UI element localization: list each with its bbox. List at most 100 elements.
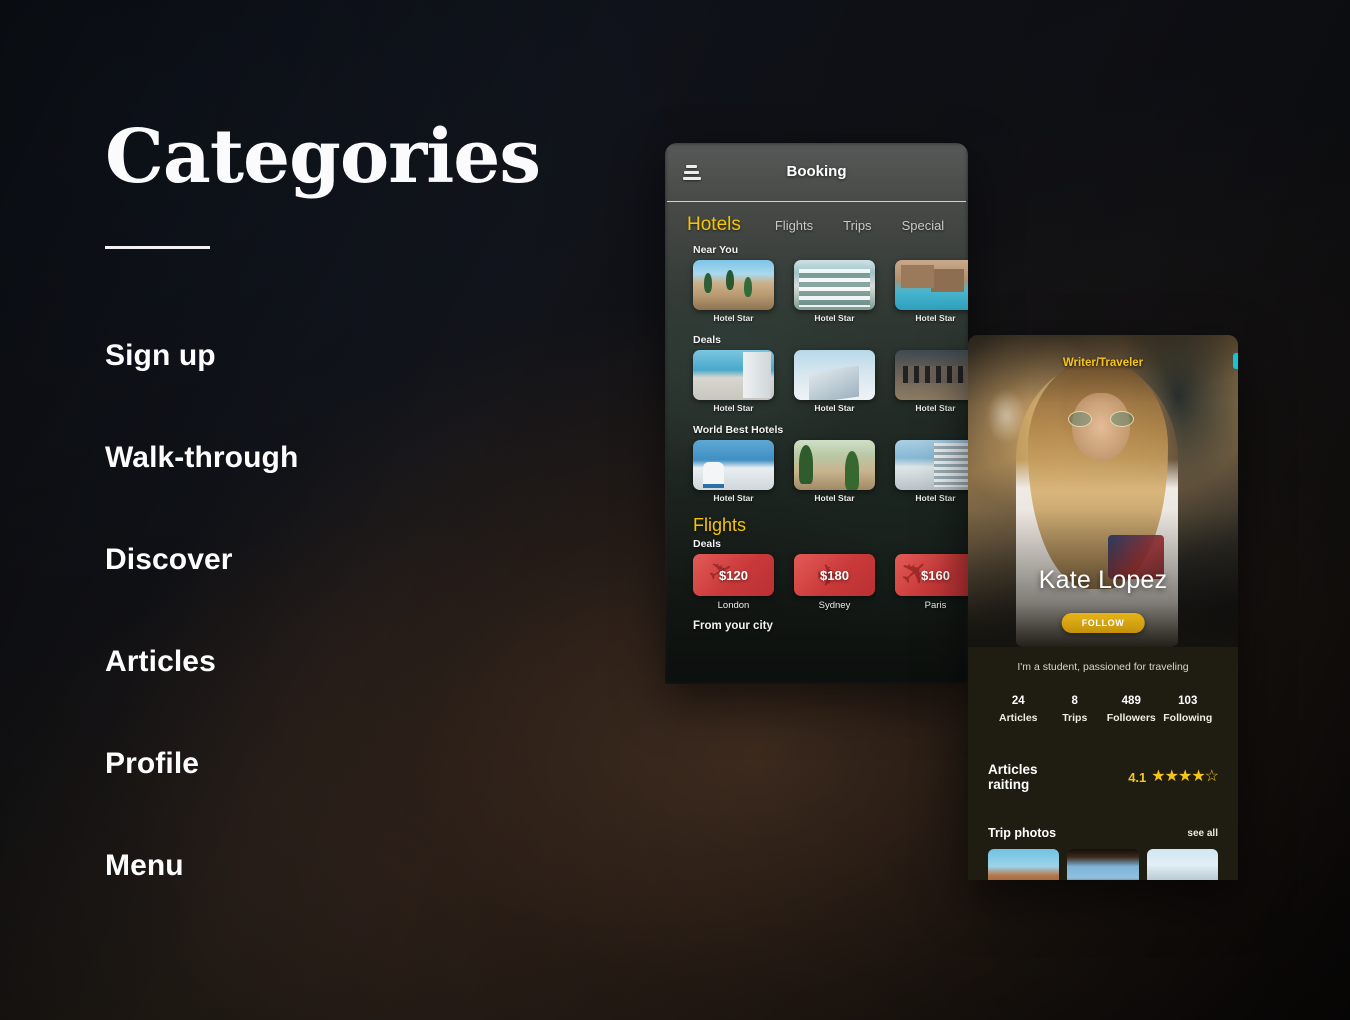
profile-bio: I'm a student, passioned for traveling bbox=[1017, 661, 1189, 673]
flight-deal-box: ✈ $160 bbox=[895, 554, 968, 596]
page-title: Categories bbox=[105, 114, 541, 200]
booking-title: Booking bbox=[786, 163, 847, 180]
hotel-card-label: Hotel Star bbox=[814, 403, 855, 413]
flight-price: $120 bbox=[719, 567, 748, 583]
trip-photos-row bbox=[982, 849, 1224, 880]
categories-panel: Categories Sign up Walk-through Discover… bbox=[105, 120, 585, 883]
hotel-card-row-deals: Hotel Star Hotel Star Hotel Star bbox=[665, 350, 968, 413]
hotel-card[interactable]: Hotel Star bbox=[794, 260, 875, 323]
stat-following[interactable]: 103 Following bbox=[1160, 695, 1217, 724]
stat-value: 489 bbox=[1121, 695, 1141, 707]
trip-photo-thumbnail[interactable] bbox=[1146, 849, 1218, 880]
hotel-card[interactable]: Hotel Star bbox=[693, 350, 774, 413]
section-heading-flights: Flights bbox=[693, 515, 747, 535]
flight-deal-box: ✈ $180 bbox=[794, 554, 875, 596]
flight-deal-box: ✈ $120 bbox=[693, 554, 774, 596]
category-nav-list: Sign up Walk-through Discover Articles P… bbox=[105, 339, 585, 883]
hotel-card[interactable]: Hotel Star bbox=[794, 350, 875, 413]
trip-photos-title: Trip photos bbox=[988, 826, 1057, 840]
hotel-card-label: Hotel Star bbox=[713, 403, 754, 413]
sidebar-item-sign-up[interactable]: Sign up bbox=[105, 339, 216, 373]
hotel-card-label: Hotel Star bbox=[915, 493, 956, 503]
hotel-thumbnail bbox=[895, 440, 968, 490]
booking-header: Booking bbox=[665, 143, 968, 201]
articles-rating-row: Articles raiting 4.1 ★★★★☆ bbox=[982, 762, 1224, 792]
tab-flights[interactable]: Flights bbox=[775, 218, 813, 233]
hotel-card[interactable]: Hotel Star bbox=[895, 440, 968, 503]
hotel-thumbnail bbox=[693, 350, 774, 400]
profile-hero: Writer/Traveler Kate Lopez FOLLOW bbox=[968, 335, 1238, 647]
section-label-world-best-hotels: World Best Hotels bbox=[693, 424, 784, 436]
hotel-card[interactable]: Hotel Star bbox=[895, 350, 968, 413]
flight-deal-card[interactable]: ✈ $180 Sydney bbox=[794, 554, 875, 611]
see-all-link[interactable]: see all bbox=[1187, 828, 1218, 839]
rating-value: 4.1 bbox=[1128, 769, 1147, 785]
trip-photo-thumbnail[interactable] bbox=[988, 849, 1060, 880]
hotel-thumbnail bbox=[794, 350, 875, 400]
hotel-card[interactable]: Hotel Star bbox=[693, 440, 774, 503]
flight-destination: London bbox=[717, 600, 750, 611]
section-label-flight-deals: Deals bbox=[693, 538, 722, 550]
flight-price: $160 bbox=[921, 567, 950, 583]
hotel-card-label: Hotel Star bbox=[915, 403, 956, 413]
profile-stats: 24 Articles 8 Trips 489 Followers 103 Fo… bbox=[982, 695, 1224, 724]
sidebar-item-discover[interactable]: Discover bbox=[105, 543, 233, 577]
stat-label: Trips bbox=[1062, 712, 1088, 724]
section-label-near-you: Near You bbox=[693, 244, 739, 256]
hotel-card[interactable]: Hotel Star bbox=[895, 260, 968, 323]
hotel-thumbnail bbox=[693, 440, 774, 490]
hotel-thumbnail bbox=[794, 260, 875, 310]
stat-value: 24 bbox=[1011, 695, 1025, 707]
hotel-thumbnail bbox=[794, 440, 875, 490]
hotel-card-label: Hotel Star bbox=[915, 313, 956, 323]
sidebar-item-menu[interactable]: Menu bbox=[105, 849, 184, 883]
title-divider bbox=[105, 246, 210, 249]
section-label-from-your-city: From your city bbox=[693, 620, 773, 632]
profile-screen: Writer/Traveler Kate Lopez FOLLOW I'm a … bbox=[968, 335, 1238, 880]
hotel-card-label: Hotel Star bbox=[814, 493, 855, 503]
tab-hotels[interactable]: Hotels bbox=[687, 214, 741, 236]
stat-value: 8 bbox=[1071, 695, 1078, 707]
tab-trips[interactable]: Trips bbox=[843, 218, 871, 233]
trip-photos-header: Trip photos see all bbox=[982, 826, 1224, 840]
sidebar-item-profile[interactable]: Profile bbox=[105, 747, 199, 781]
stat-label: Followers bbox=[1106, 712, 1156, 724]
stat-value: 103 bbox=[1178, 695, 1198, 707]
booking-content: Near You Hotel Star Hotel Star Hotel Sta… bbox=[665, 244, 968, 632]
flight-deal-card[interactable]: ✈ $160 Paris bbox=[895, 554, 968, 611]
flight-deal-row: ✈ $120 London ✈ $180 Sydney ✈ $160 Paris bbox=[665, 554, 968, 611]
star-rating-icon: ★★★★☆ bbox=[1151, 768, 1219, 785]
hotel-card[interactable]: Hotel Star bbox=[794, 440, 875, 503]
trip-photo-thumbnail[interactable] bbox=[1067, 849, 1139, 880]
sidebar-item-walk-through[interactable]: Walk-through bbox=[105, 441, 298, 475]
sidebar-item-articles[interactable]: Articles bbox=[105, 645, 216, 679]
flight-destination: Sydney bbox=[818, 600, 851, 611]
stat-articles[interactable]: 24 Articles bbox=[990, 695, 1047, 724]
profile-hero-scrim bbox=[968, 335, 1238, 647]
hotel-card-row-near-you: Hotel Star Hotel Star Hotel Star bbox=[665, 260, 968, 323]
profile-role: Writer/Traveler bbox=[1062, 357, 1144, 369]
profile-body: I'm a student, passioned for traveling 2… bbox=[968, 647, 1238, 880]
section-label-deals: Deals bbox=[693, 334, 722, 346]
stat-label: Articles bbox=[998, 712, 1038, 724]
booking-tabs: Hotels Flights Trips Special bbox=[665, 202, 968, 242]
hotel-thumbnail bbox=[693, 260, 774, 310]
flight-price: $180 bbox=[820, 567, 849, 583]
follow-button[interactable]: FOLLOW bbox=[1061, 613, 1145, 633]
stat-trips[interactable]: 8 Trips bbox=[1047, 695, 1104, 724]
hotel-card-label: Hotel Star bbox=[713, 493, 754, 503]
rating-label: Articles raiting bbox=[988, 762, 1038, 792]
flight-destination: Paris bbox=[924, 600, 947, 611]
booking-screen: Booking Hotels Flights Trips Special Nea… bbox=[665, 143, 968, 684]
stat-followers[interactable]: 489 Followers bbox=[1103, 695, 1160, 724]
hotel-card[interactable]: Hotel Star bbox=[693, 260, 774, 323]
stat-label: Following bbox=[1163, 712, 1213, 724]
hotel-thumbnail bbox=[895, 350, 968, 400]
hotel-card-row-world-best: Hotel Star Hotel Star Hotel Star bbox=[665, 440, 968, 503]
tab-special[interactable]: Special bbox=[902, 218, 945, 233]
hotel-card-label: Hotel Star bbox=[713, 313, 754, 323]
hotel-card-label: Hotel Star bbox=[814, 313, 855, 323]
flight-deal-card[interactable]: ✈ $120 London bbox=[693, 554, 774, 611]
hotel-thumbnail bbox=[895, 260, 968, 310]
profile-name: Kate Lopez bbox=[1038, 566, 1168, 594]
